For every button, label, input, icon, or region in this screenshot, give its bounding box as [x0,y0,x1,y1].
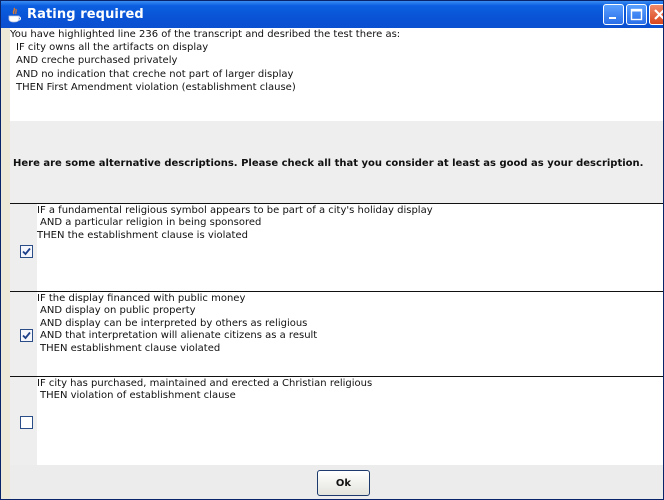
rule-line: IF city owns all the artifacts on displa… [16,42,209,54]
option-line: IF the display financed with public mone… [37,293,246,304]
option-line: AND a particular religion in being spons… [40,217,262,229]
check-icon [22,247,31,256]
option-line: AND display on public property [40,305,196,317]
check-icon [22,331,31,340]
rule-line: AND no indication that creche not part o… [16,68,294,80]
option-text: IF the display financed with public mone… [37,293,317,355]
description-panel: You have highlighted line 236 of the tra… [10,28,663,121]
intro-line: You have highlighted line 236 of the tra… [10,29,401,40]
minimize-button[interactable] [603,4,624,25]
alternative-option: IF a fundamental religious symbol appear… [10,203,663,293]
option-line: THEN establishment clause violated [40,342,221,354]
alternative-option: IF the display financed with public mone… [10,291,663,377]
maximize-icon [630,8,643,21]
instruction-band: Here are some alternative descriptions. … [10,121,663,203]
maximize-button[interactable] [626,4,647,25]
minimize-icon [609,17,616,19]
option-line: IF city has purchased, maintained and er… [37,378,373,389]
button-bar: Ok [10,465,663,499]
ok-button[interactable]: Ok [317,470,370,496]
alternative-option: IF city has purchased, maintained and er… [10,376,663,465]
option-line: THEN violation of establishment clause [40,390,236,402]
option-line: THEN the establishment clause is violate… [37,229,248,241]
option-checkbox[interactable] [20,416,33,429]
option-line: IF a fundamental religious symbol appear… [37,205,433,216]
close-icon [654,9,663,20]
close-button[interactable] [649,4,663,25]
option-text: IF a fundamental religious symbol appear… [37,205,433,242]
instruction-text: Here are some alternative descriptions. … [13,158,644,169]
option-text: IF city has purchased, maintained and er… [37,378,372,403]
java-icon [8,7,21,22]
option-line: AND display can be interpreted by others… [40,317,308,329]
rating-dialog: Rating required You have highlighted lin… [0,0,664,500]
option-checkbox[interactable] [20,329,33,342]
option-checkbox[interactable] [20,245,33,258]
title-bar[interactable]: Rating required [1,1,663,28]
rule-line: AND creche purchased privately [16,55,178,67]
rule-line: THEN First Amendment violation (establis… [16,81,296,93]
window-title: Rating required [27,7,144,22]
option-line: AND that interpretation will alienate ci… [40,330,318,342]
alternatives-list: IF a fundamental religious symbol appear… [10,203,663,465]
